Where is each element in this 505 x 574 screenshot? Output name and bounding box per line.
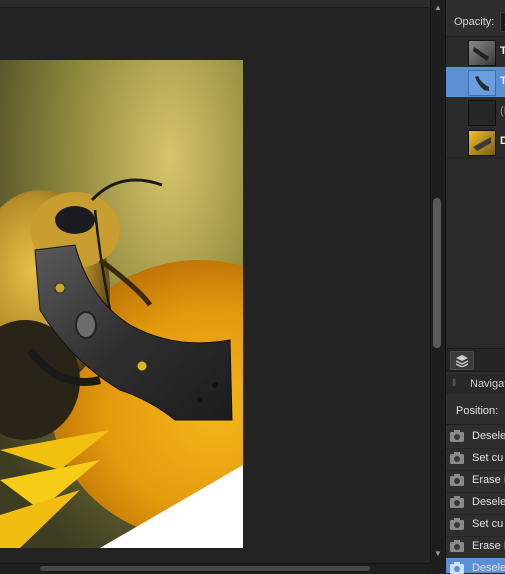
scrollbar-corner: [430, 563, 444, 573]
layer-thumbnail: [468, 100, 496, 126]
document-canvas[interactable]: [0, 60, 243, 548]
camera-snapshot-icon: [450, 562, 464, 574]
canvas-horizontal-scrollbar[interactable]: [0, 563, 430, 574]
layer-row[interactable]: (I: [446, 97, 505, 128]
layer-row[interactable]: T: [446, 37, 505, 68]
canvas-vertical-scrollbar[interactable]: ▲ ▼: [430, 0, 445, 563]
opacity-row: Opacity: 1: [446, 6, 505, 37]
layer-name: D: [500, 135, 505, 147]
history-item-label: Erase I: [472, 474, 505, 486]
camera-snapshot-icon: [450, 518, 464, 530]
camera-snapshot-icon: [450, 496, 464, 508]
layer-name: (I: [500, 105, 505, 117]
layer-thumbnail: [468, 40, 496, 66]
history-item[interactable]: Desele: [446, 426, 505, 449]
history-item[interactable]: Erase I: [446, 470, 505, 493]
horizontal-scroll-thumb[interactable]: [40, 566, 370, 571]
navigator-tab[interactable]: ‖ Navigat: [446, 374, 505, 394]
navigator-tab-label: Navigat: [470, 378, 505, 390]
canvas-area[interactable]: [0, 8, 430, 563]
bee-bracket-composite-image: [0, 60, 243, 548]
history-item-label: Set cu: [472, 452, 504, 464]
scroll-up-arrow-icon[interactable]: ▲: [431, 2, 445, 14]
layer-row-selected[interactable]: T: [446, 67, 505, 98]
history-item-label: Erase I: [472, 540, 505, 552]
camera-snapshot-icon: [450, 474, 464, 486]
panel-tab-strip: [446, 348, 505, 372]
layer-name: T: [500, 45, 505, 57]
layers-list-empty-area: [446, 158, 505, 348]
layer-thumbnail: [468, 70, 496, 96]
scroll-down-arrow-icon[interactable]: ▼: [431, 548, 445, 560]
layer-row[interactable]: D: [446, 127, 505, 158]
panel-grip-icon[interactable]: ‖: [452, 378, 456, 389]
opacity-label: Opacity:: [454, 16, 495, 28]
top-toolbar-edge: [0, 0, 430, 8]
history-item[interactable]: Erase I: [446, 536, 505, 559]
history-item-label: Desele: [472, 430, 505, 442]
camera-snapshot-icon: [450, 430, 464, 442]
vertical-scroll-thumb[interactable]: [433, 198, 441, 348]
history-item[interactable]: Set cu: [446, 514, 505, 537]
history-item-label: Desele: [472, 562, 505, 574]
position-label: Position:: [456, 405, 499, 417]
history-item-label: Desele: [472, 496, 505, 508]
layer-thumbnail: [468, 130, 496, 156]
right-panel: Opacity: 1 T T (I D ‖ Navigat Position:: [445, 0, 505, 574]
history-item[interactable]: Desele: [446, 492, 505, 515]
layers-stack-icon[interactable]: [450, 351, 474, 370]
history-item[interactable]: Set cu: [446, 448, 505, 471]
camera-snapshot-icon: [450, 540, 464, 552]
opacity-input[interactable]: 1: [500, 12, 505, 32]
layer-name: T: [500, 75, 505, 87]
camera-snapshot-icon: [450, 452, 464, 464]
position-row: Position:: [446, 398, 505, 425]
history-item-selected[interactable]: Desele: [446, 558, 505, 574]
history-item-label: Set cu: [472, 518, 504, 530]
